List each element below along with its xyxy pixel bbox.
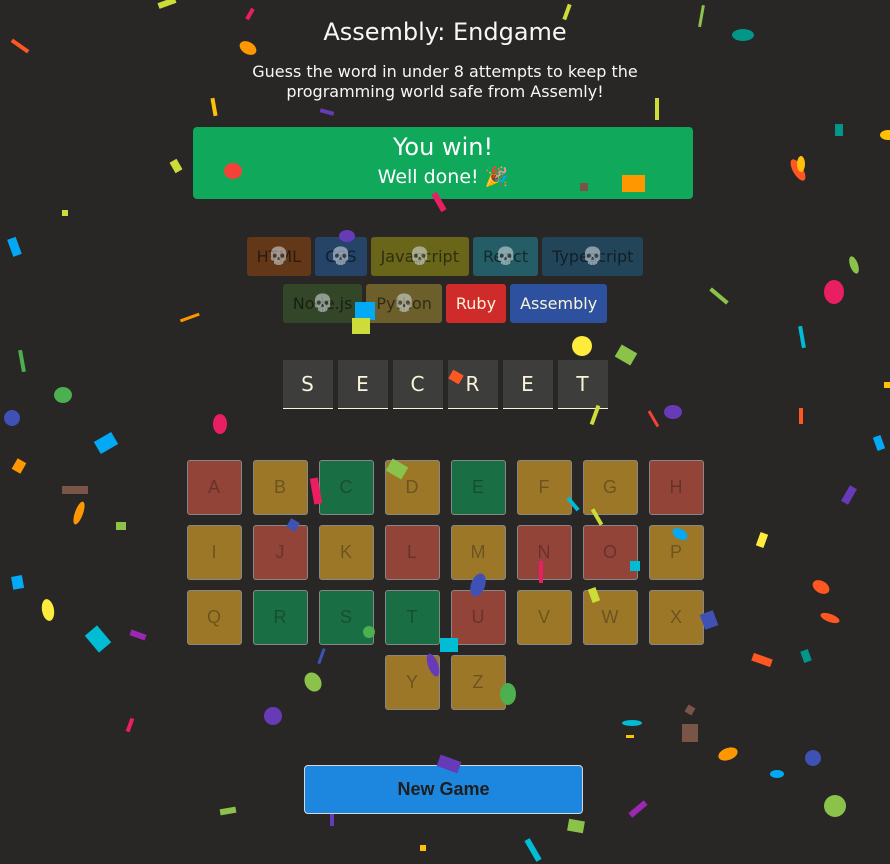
key-e[interactable]: E xyxy=(450,460,506,515)
key-t[interactable]: T xyxy=(384,590,440,645)
key-y[interactable]: Y xyxy=(384,655,440,710)
key-z[interactable]: Z xyxy=(450,655,506,710)
key-k[interactable]: K xyxy=(318,525,374,580)
language-chip: Ruby xyxy=(445,284,507,323)
keyboard: ABCDEFGH IJKLMNOP QRSTUVWX YZ xyxy=(183,460,707,710)
key-o[interactable]: O xyxy=(582,525,638,580)
skull-icon: 💀 xyxy=(494,246,517,266)
key-m[interactable]: M xyxy=(450,525,506,580)
word-letter: E xyxy=(337,360,388,409)
game-status-banner: You win! Well done! 🎉 xyxy=(193,127,693,199)
skull-icon: 💀 xyxy=(268,246,290,266)
key-h[interactable]: H xyxy=(648,460,704,515)
word-letter: T xyxy=(557,360,608,409)
language-chip: React 💀 xyxy=(472,237,539,276)
status-message: Well done! 🎉 xyxy=(377,166,509,188)
skull-icon: 💀 xyxy=(582,246,604,266)
language-chip: Python 💀 xyxy=(366,284,442,323)
key-s[interactable]: S xyxy=(318,590,374,645)
key-c[interactable]: C xyxy=(318,460,374,515)
language-chip: Node.js 💀 xyxy=(282,284,363,323)
key-j[interactable]: J xyxy=(252,525,308,580)
language-chips-row-2: Node.js 💀 Python 💀 Ruby Assembly xyxy=(0,284,890,323)
skull-icon: 💀 xyxy=(312,293,334,313)
language-chip: Assembly xyxy=(510,284,608,323)
game-instructions: Guess the word in under 8 attempts to ke… xyxy=(252,62,638,101)
word-letter: S xyxy=(282,360,333,409)
key-r[interactable]: R xyxy=(252,590,308,645)
key-p[interactable]: P xyxy=(648,525,704,580)
key-v[interactable]: V xyxy=(516,590,572,645)
word-letter: R xyxy=(447,360,498,409)
key-q[interactable]: Q xyxy=(186,590,242,645)
key-x[interactable]: X xyxy=(648,590,704,645)
key-l[interactable]: L xyxy=(384,525,440,580)
language-chip: HTML 💀 xyxy=(246,237,312,276)
word-letter: C xyxy=(392,360,443,409)
key-g[interactable]: G xyxy=(582,460,638,515)
language-chips-row-1: HTML 💀 CSS 💀 Javascript 💀 React 💀 Typescript… xyxy=(0,237,890,276)
skull-icon: 💀 xyxy=(393,293,415,313)
key-w[interactable]: W xyxy=(582,590,638,645)
language-chip: Typescript 💀 xyxy=(542,237,644,276)
word-display: S E C R E T xyxy=(0,360,890,409)
skull-icon: 💀 xyxy=(330,246,352,266)
page-title: Assembly: Endgame xyxy=(323,18,567,46)
key-f[interactable]: F xyxy=(516,460,572,515)
word-letter: E xyxy=(502,360,553,409)
new-game-button[interactable]: New Game xyxy=(304,765,583,814)
skull-icon: 💀 xyxy=(409,246,431,266)
key-i[interactable]: I xyxy=(186,525,242,580)
key-a[interactable]: A xyxy=(186,460,242,515)
language-chip: CSS 💀 xyxy=(315,237,367,276)
key-b[interactable]: B xyxy=(252,460,308,515)
status-title: You win! xyxy=(392,133,494,161)
key-u[interactable]: U xyxy=(450,590,506,645)
key-d[interactable]: D xyxy=(384,460,440,515)
key-n[interactable]: N xyxy=(516,525,572,580)
language-chip: Javascript 💀 xyxy=(370,237,469,276)
